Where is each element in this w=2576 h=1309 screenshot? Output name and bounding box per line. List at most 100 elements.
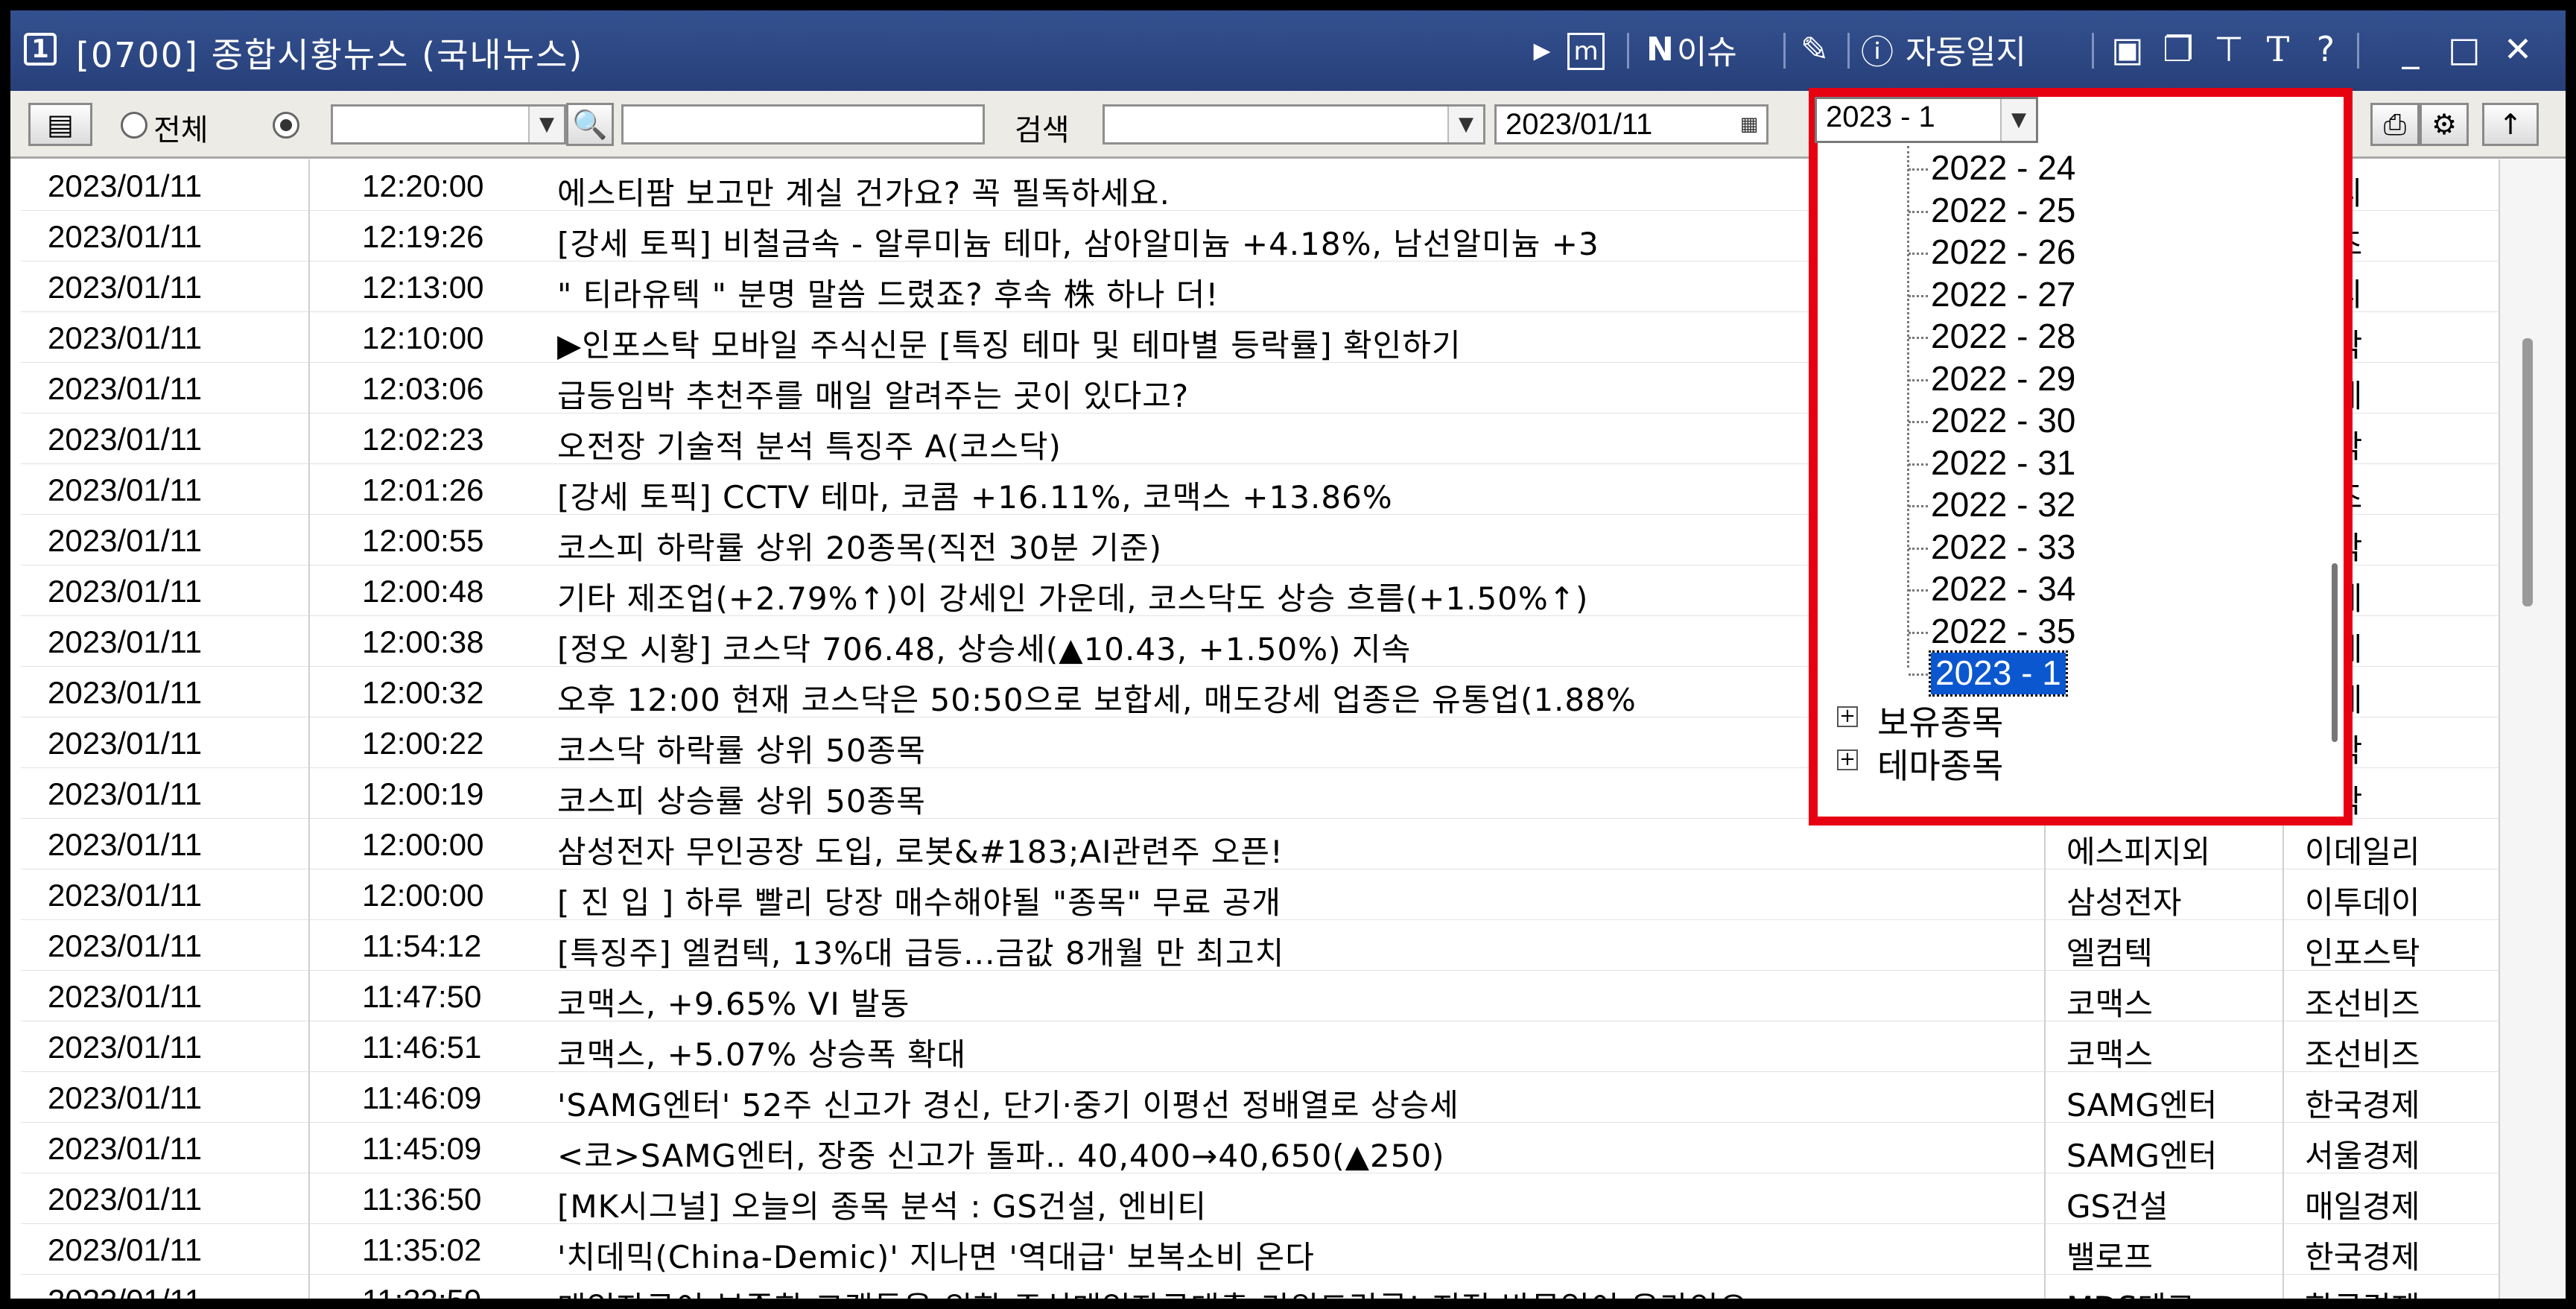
period-option[interactable]: 2023 - 1 xyxy=(1929,650,2068,697)
table-row[interactable]: 2023/01/11 11:35:02 '치데믹(China-Demic)' 지나면… xyxy=(21,1223,2509,1275)
period-option[interactable]: 2022 - 26 xyxy=(1931,232,2075,273)
news-date: 2023/01/11 xyxy=(48,472,203,507)
news-time: 11:46:51 xyxy=(362,1030,482,1065)
font-size-icon[interactable]: T xyxy=(2259,29,2297,69)
table-row[interactable]: 2023/01/11 11:47:50 코맥스, +9.65% VI 발동 코맥스 조선… xyxy=(21,970,2509,1022)
period-option[interactable]: 2022 - 33 xyxy=(1931,527,2075,568)
radio-all-label: 전체 xyxy=(153,113,209,148)
news-time: 11:35:02 xyxy=(362,1232,482,1267)
news-title: 코맥스, +5.07% 상승폭 확대 xyxy=(557,1036,967,1073)
table-row[interactable]: 2023/01/11 12:00:00 [ 진 입 ] 하루 빨리 당장 매수해야될… xyxy=(21,869,2509,921)
news-time: 12:00:22 xyxy=(362,726,484,761)
period-option[interactable]: 2022 - 29 xyxy=(1931,358,2075,400)
chevron-down-icon[interactable]: ▼ xyxy=(528,107,564,142)
period-option[interactable]: 2022 - 31 xyxy=(1931,443,2075,484)
tree-scrollbar[interactable] xyxy=(2332,563,2338,742)
tree-group-label[interactable]: 보유종목 xyxy=(1877,696,2003,745)
news-source: 이투데이 xyxy=(2305,884,2420,921)
expand-plus-icon[interactable]: + xyxy=(1837,706,1858,727)
stock-name-field[interactable] xyxy=(621,104,985,145)
news-stock: 코맥스 xyxy=(2066,1036,2153,1073)
period-option[interactable]: 2022 - 28 xyxy=(1931,316,2075,358)
settings-gear-icon[interactable]: ⚙ xyxy=(2420,103,2469,146)
period-option[interactable]: 2022 - 25 xyxy=(1931,190,2075,232)
news-date: 2023/01/11 xyxy=(48,1030,203,1065)
news-title: 삼성전자 무인공장 도입, 로봇&#183;AI관련주 오픈! xyxy=(557,834,1284,870)
radio-stock[interactable] xyxy=(273,112,299,139)
table-row[interactable]: 2023/01/11 11:54:12 [특징주] 엘컴텍, 13%대 급등...금… xyxy=(21,919,2509,972)
table-row[interactable]: 2023/01/11 12:00:00 삼성전자 무인공장 도입, 로봇&#183;… xyxy=(21,818,2509,870)
news-title: [ 진 입 ] 하루 빨리 당장 매수해야될 "종목" 무료 공개 xyxy=(557,884,1282,921)
news-time: 12:00:19 xyxy=(362,776,484,811)
table-scrollbar[interactable] xyxy=(2499,159,2566,1299)
news-source: 인포스탁 xyxy=(2305,935,2420,972)
news-date: 2023/01/11 xyxy=(48,624,203,659)
search-icon[interactable]: 🔍 xyxy=(566,103,614,146)
period-option[interactable]: 2022 - 24 xyxy=(1931,148,2075,189)
date-field[interactable]: 2023/01/11 ▦ xyxy=(1494,104,1768,145)
news-time: 11:46:09 xyxy=(362,1080,482,1115)
news-time: 11:54:12 xyxy=(362,928,482,963)
auto-journal-button[interactable]: 자동일지 xyxy=(1906,28,2026,72)
scrollbar-thumb[interactable] xyxy=(2522,338,2533,606)
period-tree-list: 2022 - 24 2022 - 25 2022 - 26 2022 - 27 2022… xyxy=(1818,146,2339,802)
period-option[interactable]: 2022 - 35 xyxy=(1931,611,2075,653)
table-row[interactable]: 2023/01/11 11:36:50 [MK시그널] 오늘의 종목 분석 : GS… xyxy=(21,1173,2509,1225)
tree-group-label[interactable]: 테마종목 xyxy=(1877,739,2003,788)
keyword-search-combo[interactable]: ▼ xyxy=(1103,104,1485,145)
menu-icon[interactable]: ▤ xyxy=(28,103,92,146)
close-icon[interactable]: ✕ xyxy=(2499,29,2537,69)
news-time: 12:00:32 xyxy=(362,675,484,710)
window-title: [0700] 종합시황뉴스 (국내뉴스) xyxy=(76,35,584,75)
news-date: 2023/01/11 xyxy=(48,827,203,862)
radio-all[interactable] xyxy=(121,112,147,139)
chevron-down-icon[interactable]: ▼ xyxy=(1447,107,1483,142)
news-source: 조선비즈 xyxy=(2305,1036,2420,1073)
table-row[interactable]: 2023/01/11 11:46:09 'SAMG엔터' 52주 신고가 경신, 단… xyxy=(21,1071,2509,1123)
news-date: 2023/01/11 xyxy=(48,371,203,406)
help-icon[interactable]: ? xyxy=(2306,29,2345,69)
news-date: 2023/01/11 xyxy=(48,979,203,1014)
issue-button[interactable]: N 이슈 xyxy=(1646,28,1737,72)
news-time: 11:36:50 xyxy=(362,1182,482,1217)
news-time: 12:00:00 xyxy=(362,827,484,862)
print-icon[interactable]: ⎙ xyxy=(2370,103,2420,146)
pin-icon[interactable]: ⊤ xyxy=(2209,29,2248,69)
play-arrow-icon[interactable]: ▸ xyxy=(1523,29,1561,69)
expand-plus-icon[interactable]: + xyxy=(1837,749,1858,770)
news-time: 11:33:59 xyxy=(362,1283,526,1299)
table-row[interactable]: 2023/01/11 11:33:59 매입자금이 부족한 고객들을 위한 주식매입… xyxy=(21,1274,2509,1299)
news-date: 2023/01/11 xyxy=(48,1182,203,1217)
period-option[interactable]: 2022 - 32 xyxy=(1931,484,2075,526)
m-icon[interactable]: m xyxy=(1567,33,1605,70)
restore-window-icon[interactable]: ❐ xyxy=(2159,29,2198,69)
period-option[interactable]: 2022 - 34 xyxy=(1931,568,2075,610)
news-source: 한국경제 xyxy=(2305,1239,2420,1275)
news-date: 2023/01/11 xyxy=(48,1131,203,1166)
news-title: <코>SAMG엔터, 장중 신고가 돌파.. 40,400→40,650(▲25… xyxy=(557,1138,1445,1174)
date-value: 2023/01/11 xyxy=(1506,108,1653,141)
news-date: 2023/01/11 xyxy=(48,320,203,355)
minimize-icon[interactable]: _ xyxy=(2391,29,2430,69)
table-row[interactable]: 2023/01/11 11:46:51 코맥스, +5.07% 상승폭 확대 코맥스 조… xyxy=(21,1021,2509,1073)
period-combo[interactable]: 2023 - 1 ▼ xyxy=(1815,97,2038,143)
table-row[interactable]: 2023/01/11 11:45:09 <코>SAMG엔터, 장중 신고가 돌파..… xyxy=(21,1122,2509,1174)
maximize-icon[interactable]: □ xyxy=(2445,29,2484,69)
news-date: 2023/01/11 xyxy=(48,574,203,609)
pin-tool-icon[interactable]: ✎ xyxy=(1795,29,1834,69)
period-option[interactable]: 2022 - 30 xyxy=(1931,400,2075,442)
news-date: 2023/01/11 xyxy=(48,270,203,305)
news-source: 한국경제 xyxy=(2305,1087,2420,1123)
news-title: 'SAMG엔터' 52주 신고가 경신, 단기·중기 이평선 정배열로 상승세 xyxy=(557,1087,1459,1123)
news-date: 2023/01/11 xyxy=(48,1232,203,1267)
layout-icon[interactable]: ▣ xyxy=(2108,29,2147,69)
chevron-down-icon[interactable]: ▼ xyxy=(2000,99,2036,141)
scroll-top-icon[interactable]: ↑ xyxy=(2482,103,2539,146)
stock-code-combo[interactable]: ▼ xyxy=(331,104,566,145)
period-option[interactable]: 2022 - 27 xyxy=(1931,274,2075,316)
news-source: 매일경제 xyxy=(2305,1188,2420,1225)
alert-circle-icon[interactable]: ⓘ xyxy=(1858,30,1897,72)
calendar-icon[interactable]: ▦ xyxy=(1732,107,1766,142)
window-number[interactable]: 1 xyxy=(24,33,57,66)
news-date: 2023/01/11 xyxy=(48,1080,203,1115)
